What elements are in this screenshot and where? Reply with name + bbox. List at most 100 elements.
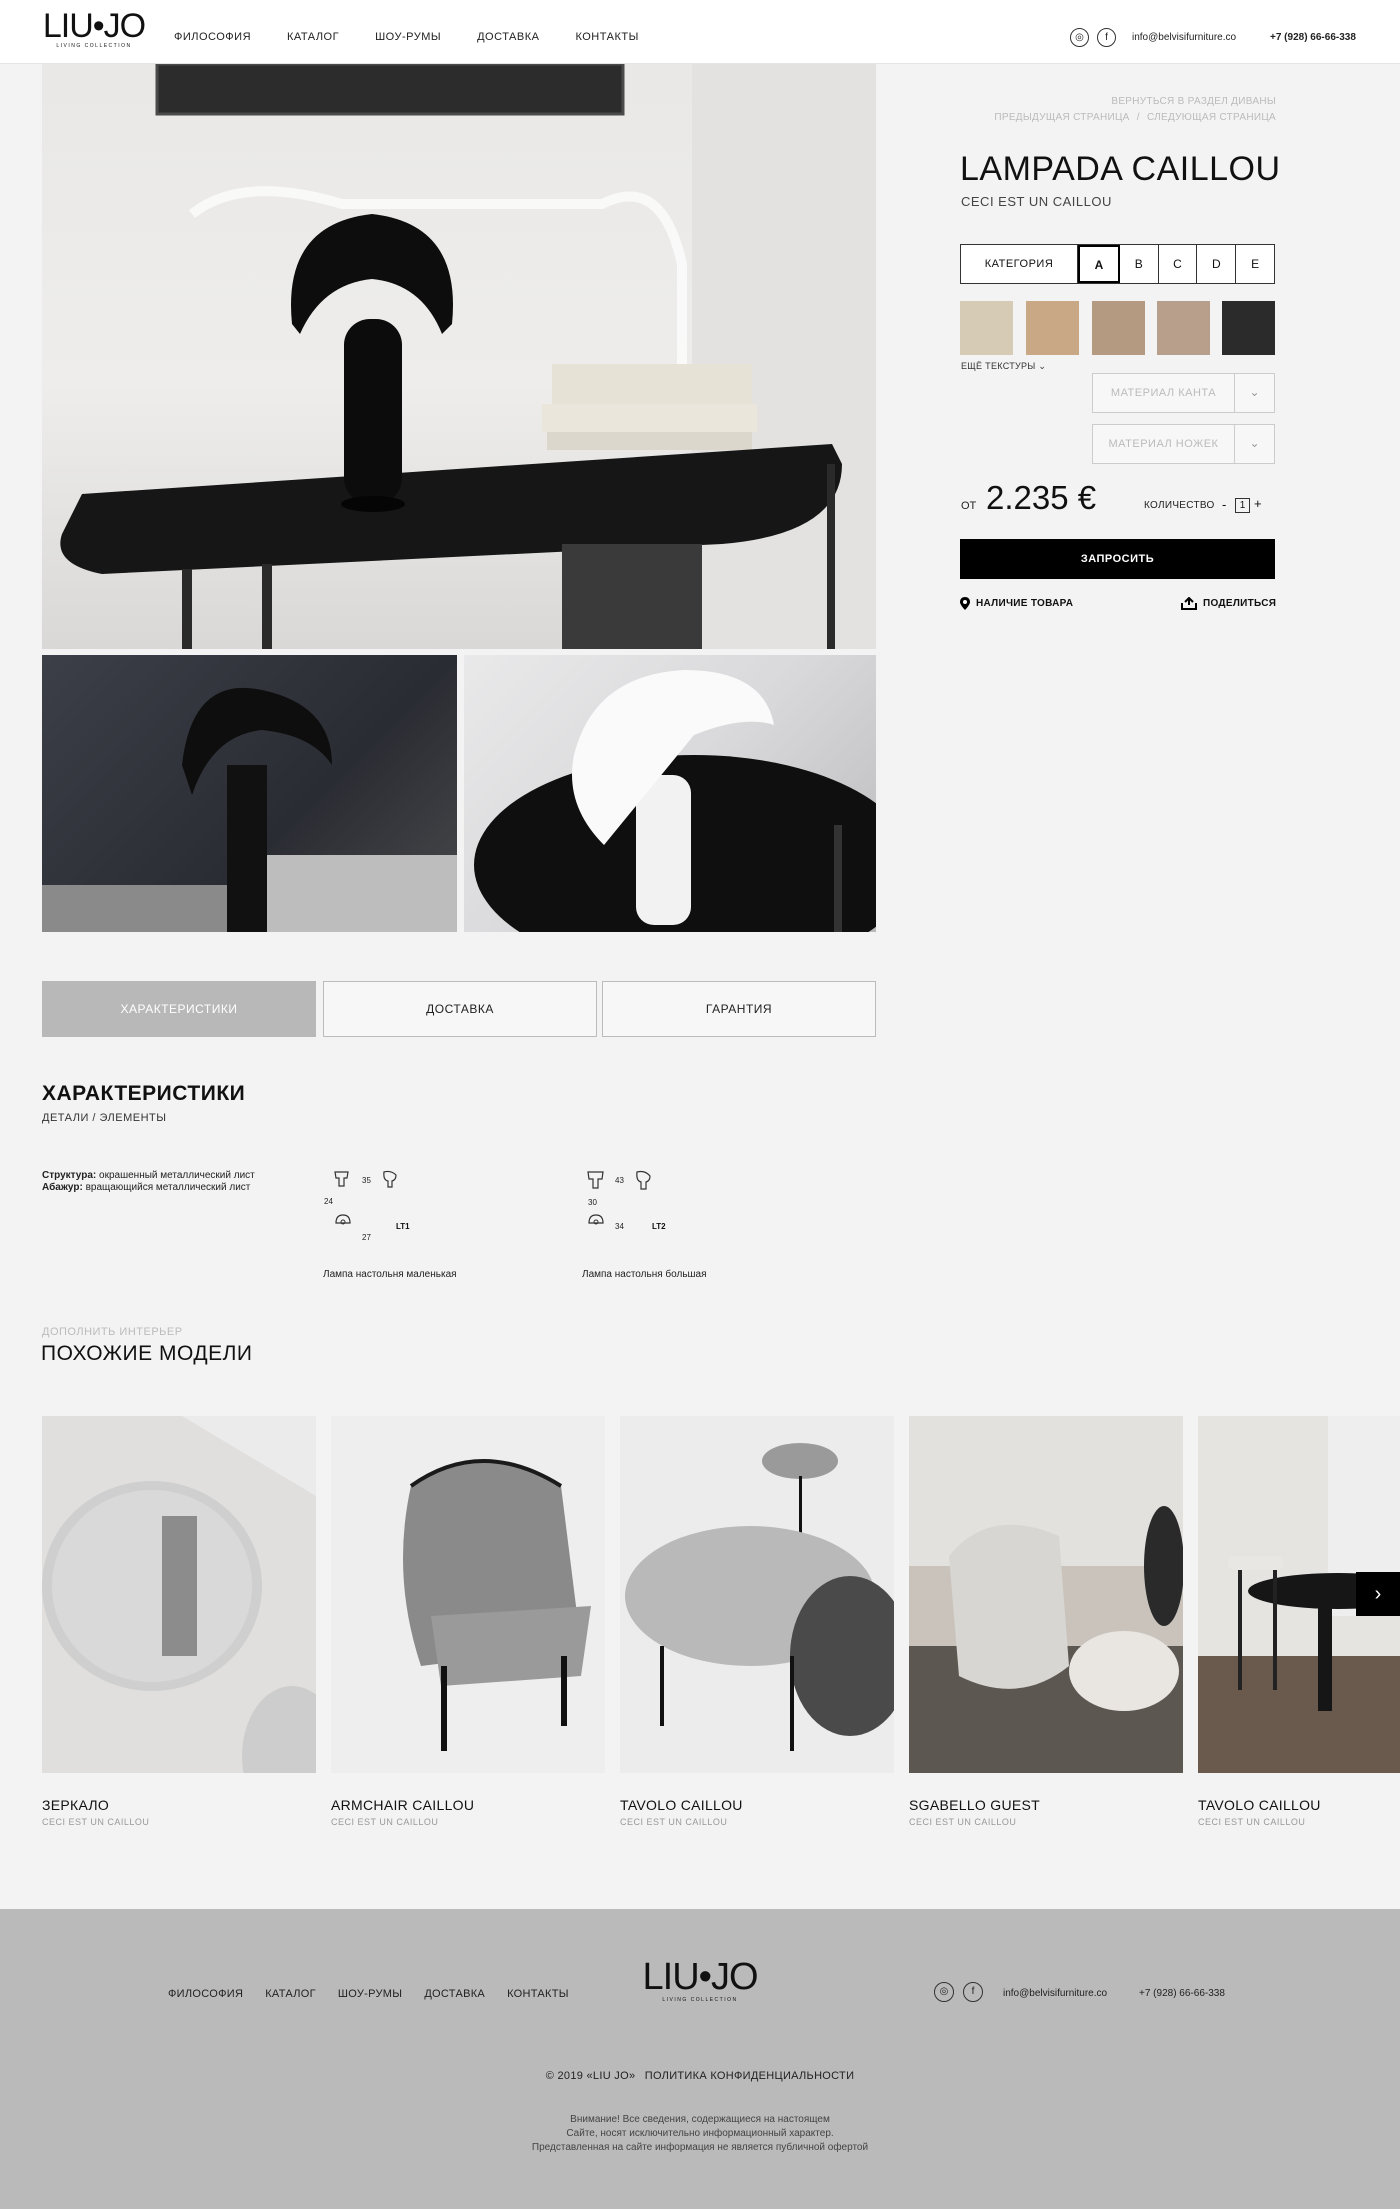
logo[interactable]: LIU•JO LIVING COLLECTION bbox=[42, 7, 146, 49]
lt1-dim-width: 24 bbox=[324, 1197, 333, 1206]
site-header: LIU•JO LIVING COLLECTION ФИЛОСОФИЯ КАТАЛ… bbox=[0, 0, 1400, 64]
quantity-decrement-button[interactable]: - bbox=[1222, 497, 1226, 512]
footer-nav: ФИЛОСОФИЯ КАТАЛОГ ШОУ-РУМЫ ДОСТАВКА КОНТ… bbox=[168, 1988, 569, 2000]
armchair-illustration bbox=[403, 1459, 591, 1751]
structure-label: Структура: bbox=[42, 1170, 97, 1181]
next-page-link[interactable]: СЛЕДУЮЩАЯ СТРАНИЦА bbox=[1147, 112, 1276, 123]
footer-phone[interactable]: +7 (928) 66-66-338 bbox=[1139, 1988, 1225, 1999]
texture-swatch-2[interactable] bbox=[1026, 301, 1079, 355]
similar-card-image-stool[interactable] bbox=[909, 1416, 1183, 1773]
product-photo-dark[interactable] bbox=[42, 655, 457, 932]
copyright-text: © 2019 «LIU JO» bbox=[545, 2070, 636, 2082]
edge-material-select[interactable]: МАТЕРИАЛ КАНТА ⌄ bbox=[1092, 373, 1275, 413]
share-icon bbox=[1181, 597, 1197, 610]
instagram-icon[interactable]: ◎ bbox=[1070, 28, 1089, 47]
leg-material-label: МАТЕРИАЛ НОЖЕК bbox=[1108, 438, 1219, 450]
texture-swatch-5[interactable] bbox=[1222, 301, 1275, 355]
lt2-dim-height: 43 bbox=[615, 1176, 624, 1185]
footer-copyright: © 2019 «LIU JO» ПОЛИТИКА КОНФИДЕНЦИАЛЬНО… bbox=[0, 2070, 1400, 2082]
lamp-scene-illustration bbox=[60, 64, 876, 649]
category-label: КАТЕГОРИЯ bbox=[961, 245, 1078, 283]
footer-nav-delivery[interactable]: ДОСТАВКА bbox=[424, 1988, 485, 2000]
privacy-policy-link[interactable]: ПОЛИТИКА КОНФИДЕНЦИАЛЬНОСТИ bbox=[645, 2070, 855, 2082]
disclaimer-line-2: Сайте, носят исключительно информационны… bbox=[566, 2128, 834, 2139]
product-photo-white[interactable] bbox=[464, 655, 876, 932]
similar-card-image-armchair[interactable] bbox=[331, 1416, 605, 1773]
footer-nav-contacts[interactable]: КОНТАКТЫ bbox=[507, 1988, 569, 2000]
logo-text: LIU•JO bbox=[42, 7, 146, 45]
lt1-caption: Лампа настольня маленькая bbox=[323, 1269, 457, 1280]
header-phone[interactable]: +7 (928) 66-66-338 bbox=[1270, 32, 1356, 43]
category-option-b[interactable]: B bbox=[1120, 245, 1159, 283]
category-option-d[interactable]: D bbox=[1197, 245, 1237, 283]
product-price: 2.235 € bbox=[986, 479, 1097, 516]
quantity-input[interactable]: 1 bbox=[1235, 498, 1250, 513]
lamp-white-illustration bbox=[474, 670, 876, 932]
tab-delivery[interactable]: ДОСТАВКА bbox=[323, 981, 597, 1037]
similar-title: ПОХОЖИЕ МОДЕЛИ bbox=[41, 1342, 253, 1365]
nav-item-showrooms[interactable]: ШОУ-РУМЫ bbox=[375, 31, 441, 43]
instagram-icon[interactable]: ◎ bbox=[934, 1982, 954, 2002]
footer-nav-philosophy[interactable]: ФИЛОСОФИЯ bbox=[168, 1988, 243, 2000]
footer-email[interactable]: info@belvisifurniture.co bbox=[1003, 1988, 1107, 1999]
breadcrumb-back[interactable]: ВЕРНУТЬСЯ В РАЗДЕЛ ДИВАНЫ bbox=[1111, 96, 1276, 107]
disclaimer-line-1: Внимание! Все сведения, содержащиеся на … bbox=[570, 2114, 830, 2125]
category-option-a[interactable]: A bbox=[1078, 245, 1120, 283]
lt2-caption: Лампа настольня большая bbox=[582, 1269, 707, 1280]
shade-label: Абажур: bbox=[42, 1182, 83, 1193]
lt2-code: LT2 bbox=[652, 1222, 666, 1231]
location-pin-icon bbox=[960, 597, 970, 610]
product-main-photo[interactable] bbox=[42, 64, 876, 649]
similar-card-image-mirror[interactable] bbox=[42, 1416, 316, 1773]
request-button[interactable]: ЗАПРОСИТЬ bbox=[960, 539, 1275, 579]
nav-item-contacts[interactable]: КОНТАКТЫ bbox=[575, 31, 638, 43]
texture-swatch-1[interactable] bbox=[960, 301, 1013, 355]
category-option-c[interactable]: C bbox=[1159, 245, 1198, 283]
nav-item-philosophy[interactable]: ФИЛОСОФИЯ bbox=[174, 31, 251, 43]
facebook-icon[interactable]: f bbox=[963, 1982, 983, 2002]
similar-card-subtitle: CECI EST UN CAILLOU bbox=[1198, 1817, 1306, 1827]
similar-card-subtitle: CECI EST UN CAILLOU bbox=[909, 1817, 1017, 1827]
category-selector: КАТЕГОРИЯ A B C D E bbox=[960, 244, 1275, 284]
product-subtitle: CECI EST UN CAILLOU bbox=[961, 194, 1112, 209]
chevron-down-icon: ⌄ bbox=[1038, 361, 1047, 371]
similar-card-name[interactable]: ЗЕРКАЛО bbox=[42, 1797, 109, 1813]
nav-item-delivery[interactable]: ДОСТАВКА bbox=[477, 31, 539, 43]
tab-characteristics[interactable]: ХАРАКТЕРИСТИКИ bbox=[42, 981, 316, 1037]
chevron-down-icon: ⌄ bbox=[1234, 374, 1274, 412]
texture-swatch-4[interactable] bbox=[1157, 301, 1210, 355]
tab-warranty[interactable]: ГАРАНТИЯ bbox=[602, 981, 876, 1037]
nav-item-catalog[interactable]: КАТАЛОГ bbox=[287, 31, 339, 43]
category-option-e[interactable]: E bbox=[1236, 245, 1274, 283]
prev-page-link[interactable]: ПРЕДЫДУЩАЯ СТРАНИЦА bbox=[994, 112, 1129, 123]
similar-card-subtitle: CECI EST UN CAILLOU bbox=[42, 1817, 150, 1827]
lt1-dim-depth: 27 bbox=[362, 1233, 371, 1242]
lamp-dark-illustration bbox=[42, 687, 457, 932]
similar-card-name[interactable]: SGABELLO GUEST bbox=[909, 1797, 1040, 1813]
main-nav: ФИЛОСОФИЯ КАТАЛОГ ШОУ-РУМЫ ДОСТАВКА КОНТ… bbox=[174, 31, 639, 43]
similar-card-image-table[interactable] bbox=[620, 1416, 894, 1773]
share-link[interactable]: ПОДЕЛИТЬСЯ bbox=[1181, 597, 1276, 610]
edge-material-label: МАТЕРИАЛ КАНТА bbox=[1110, 387, 1217, 399]
similar-card-name[interactable]: ARMCHAIR CAILLOU bbox=[331, 1797, 474, 1813]
texture-swatch-3[interactable] bbox=[1092, 301, 1145, 355]
similar-card-name[interactable]: TAVOLO CAILLOU bbox=[1198, 1797, 1321, 1813]
lt1-dim-height: 35 bbox=[362, 1176, 371, 1185]
availability-link[interactable]: НАЛИЧИЕ ТОВАРА bbox=[960, 597, 1073, 610]
lt2-dim-width: 30 bbox=[588, 1198, 597, 1207]
lt1-code: LT1 bbox=[396, 1222, 410, 1231]
facebook-icon[interactable]: f bbox=[1097, 28, 1116, 47]
characteristics-text: Структура: окрашенный металлический лист… bbox=[42, 1170, 272, 1194]
more-textures-link[interactable]: ЕЩЁ ТЕКСТУРЫ ⌄ bbox=[961, 361, 1046, 372]
similar-card-name[interactable]: TAVOLO CAILLOU bbox=[620, 1797, 743, 1813]
header-social: ◎ f bbox=[1070, 28, 1116, 47]
leg-material-select[interactable]: МАТЕРИАЛ НОЖЕК ⌄ bbox=[1092, 424, 1275, 464]
footer-logo[interactable]: LIU•JO LIVING COLLECTION bbox=[638, 1958, 762, 2003]
carousel-next-button[interactable]: › bbox=[1356, 1572, 1400, 1616]
site-footer bbox=[0, 1909, 1400, 2209]
header-email[interactable]: info@belvisifurniture.co bbox=[1132, 32, 1236, 43]
quantity-increment-button[interactable]: + bbox=[1254, 496, 1262, 511]
footer-nav-catalog[interactable]: КАТАЛОГ bbox=[265, 1988, 316, 2000]
footer-nav-showrooms[interactable]: ШОУ-РУМЫ bbox=[338, 1988, 402, 2000]
similar-pretitle: ДОПОЛНИТЬ ИНТЕРЬЕР bbox=[42, 1326, 183, 1338]
